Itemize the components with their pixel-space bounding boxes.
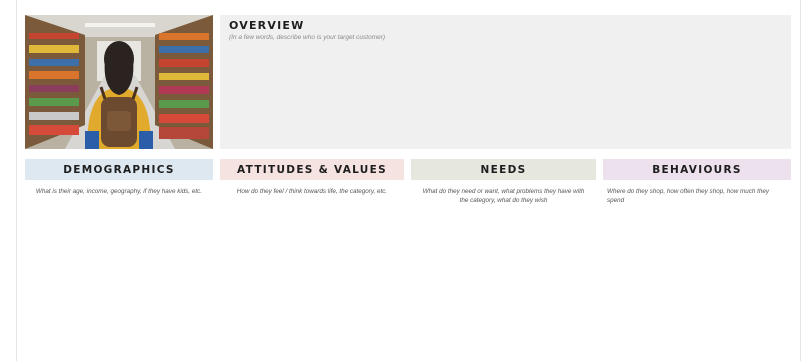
needs-header: NEEDS [411, 159, 596, 180]
overview-title: OVERVIEW [229, 19, 305, 32]
demographics-description: What is their age, income, geography, if… [35, 188, 203, 195]
attitudes-values-header: ATTITUDES & VALUES [220, 159, 404, 180]
overview-subtitle: (In a few words, describe who is your ta… [229, 34, 386, 41]
overview-panel: OVERVIEW (In a few words, describe who i… [220, 15, 791, 149]
needs-description: What do they need or want, what problems… [422, 188, 585, 204]
attitudes-values-description: How do they feel / think towards life, t… [236, 188, 388, 195]
demographics-header: DEMOGRAPHICS [25, 159, 213, 180]
behaviours-header: BEHAVIOURS [603, 159, 791, 180]
customer-photo [25, 15, 213, 149]
behaviours-description: Where do they shop, how often they shop,… [607, 188, 770, 204]
